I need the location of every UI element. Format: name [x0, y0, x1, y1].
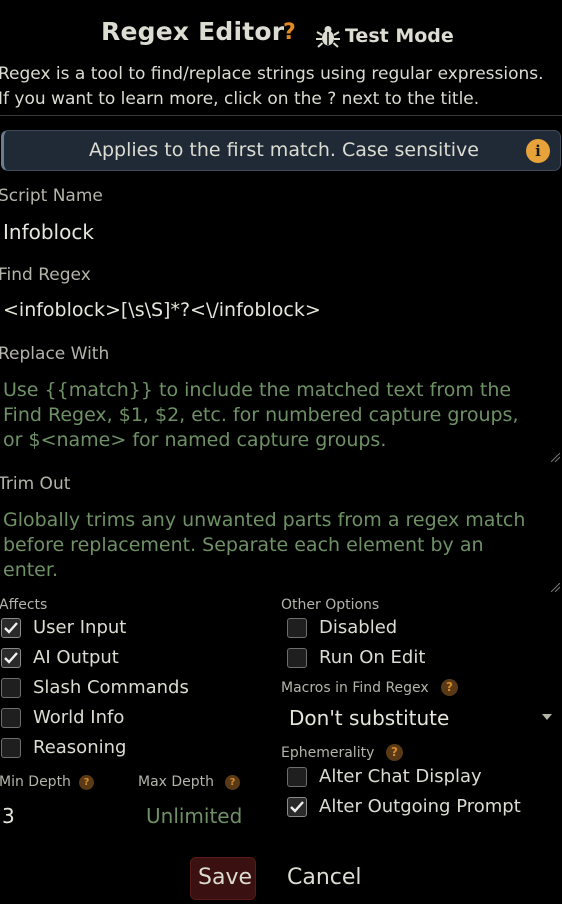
max-depth-help-icon[interactable]: ? [225, 775, 240, 790]
test-mode-toggle[interactable]: Test Mode [345, 25, 454, 47]
min-depth-input[interactable]: 3 [2, 804, 15, 828]
save-button-label[interactable]: Save [198, 865, 252, 890]
min-depth-help-icon[interactable]: ? [79, 775, 94, 790]
max-depth-input[interactable]: Unlimited [146, 804, 242, 828]
affects-user-input-checkbox[interactable] [1, 618, 21, 638]
macros-label: Macros in Find Regex [281, 680, 429, 696]
affects-slash-commands-label: Slash Commands [33, 677, 189, 698]
affects-world-info-label: World Info [33, 707, 125, 728]
affects-label: Affects [0, 597, 48, 613]
script-name-input[interactable]: Infoblock [3, 220, 94, 244]
divider [0, 115, 562, 116]
alter-outgoing-prompt-label: Alter Outgoing Prompt [319, 796, 521, 817]
info-icon[interactable]: i [526, 139, 550, 163]
trim-placeholder-line-1: Globally trims any unwanted parts from a… [3, 509, 526, 531]
replace-placeholder-line-2: Find Regex, $1, $2, etc. for numbered ca… [3, 404, 519, 426]
description-line-1: Regex is a tool to find/replace strings … [0, 64, 544, 84]
script-name-label: Script Name [0, 186, 103, 206]
description: Regex is a tool to find/replace strings … [0, 62, 562, 112]
affects-slash-commands-checkbox[interactable] [1, 678, 21, 698]
find-regex-label: Find Regex [0, 265, 91, 285]
macros-help-icon[interactable]: ? [441, 679, 458, 696]
replace-with-label: Replace With [0, 344, 110, 364]
replace-with-textarea[interactable]: Use {{match}} to include the matched tex… [3, 378, 519, 453]
run-on-edit-checkbox[interactable] [287, 648, 307, 668]
min-depth-label: Min Depth [0, 774, 71, 790]
run-on-edit-label: Run On Edit [319, 647, 426, 668]
trim-resize-handle[interactable] [550, 577, 561, 593]
affects-reasoning-label: Reasoning [33, 737, 127, 758]
bug-icon[interactable] [315, 23, 341, 49]
help-question-icon[interactable]: ? [283, 20, 296, 45]
affects-ai-output-label: AI Output [33, 647, 119, 668]
notice-text: Applies to the first match. Case sensiti… [89, 139, 479, 161]
replace-placeholder-line-3: or $<name> for named capture groups. [3, 429, 387, 451]
cancel-button[interactable]: Cancel [287, 865, 362, 890]
affects-ai-output-checkbox[interactable] [1, 648, 21, 668]
chevron-down-icon[interactable] [542, 714, 552, 720]
trim-placeholder-line-3: enter. [3, 559, 58, 581]
trim-placeholder-line-2: before replacement. Separate each elemen… [3, 534, 484, 556]
ephemerality-label: Ephemerality [281, 745, 375, 761]
alter-outgoing-prompt-checkbox[interactable] [287, 797, 307, 817]
macros-select[interactable]: Don't substitute [289, 706, 449, 730]
alter-chat-display-checkbox[interactable] [287, 767, 307, 787]
ephemerality-help-icon[interactable]: ? [386, 744, 403, 761]
replace-placeholder-line-1: Use {{match}} to include the matched tex… [3, 379, 512, 401]
trim-out-label: Trim Out [0, 474, 71, 494]
description-line-2: If you want to learn more, click on the … [0, 89, 480, 109]
other-options-label: Other Options [281, 597, 380, 613]
disabled-checkbox[interactable] [287, 618, 307, 638]
affects-user-input-label: User Input [33, 617, 127, 638]
trim-out-textarea[interactable]: Globally trims any unwanted parts from a… [3, 508, 525, 583]
disabled-label: Disabled [319, 617, 398, 638]
replace-resize-handle[interactable] [550, 447, 561, 463]
alter-chat-display-label: Alter Chat Display [319, 766, 482, 787]
affects-reasoning-checkbox[interactable] [1, 738, 21, 758]
affects-world-info-checkbox[interactable] [1, 708, 21, 728]
find-regex-input[interactable]: <infoblock>[\s\S]*?<\/infoblock> [3, 299, 321, 321]
dialog-title: Regex Editor [101, 17, 285, 46]
max-depth-label: Max Depth [138, 774, 215, 790]
